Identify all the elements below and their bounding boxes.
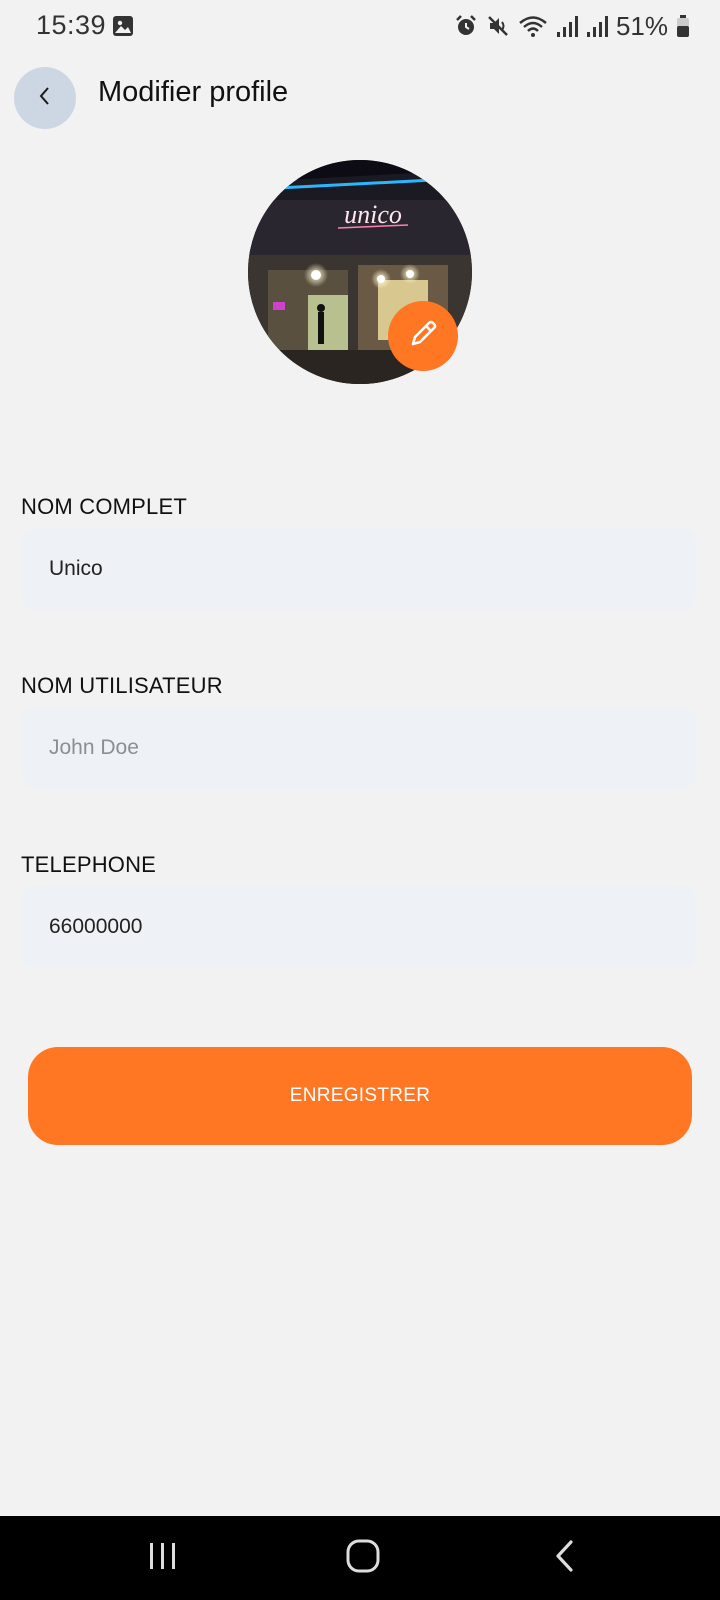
recent-apps-icon xyxy=(147,1540,179,1577)
full-name-label: NOM COMPLET xyxy=(21,494,187,519)
status-time: 15:39 xyxy=(36,10,107,40)
signal-icon xyxy=(556,14,578,38)
alarm-icon xyxy=(454,14,478,38)
battery-icon xyxy=(676,14,690,38)
pencil-icon xyxy=(406,317,440,356)
gallery-icon xyxy=(112,15,134,37)
edit-avatar-button[interactable] xyxy=(388,301,458,371)
wifi-icon xyxy=(518,14,548,38)
full-name-input[interactable]: Unico xyxy=(21,528,697,610)
phone-label: TELEPHONE xyxy=(21,852,157,877)
nav-back-button[interactable] xyxy=(530,1516,600,1600)
home-button[interactable] xyxy=(328,1516,398,1600)
back-icon xyxy=(551,1538,579,1579)
signal-icon xyxy=(586,14,608,38)
chevron-left-icon xyxy=(36,85,54,112)
recent-apps-button[interactable] xyxy=(128,1516,198,1600)
status-bar: 15:39 51% xyxy=(0,0,720,52)
username-input[interactable]: John Doe xyxy=(21,707,697,789)
username-label: NOM UTILISATEUR xyxy=(21,673,223,698)
system-nav-bar xyxy=(0,1516,720,1600)
battery-percent: 51% xyxy=(615,10,668,41)
phone-input[interactable]: 66000000 xyxy=(21,886,697,968)
page-title: Modifier profile xyxy=(98,76,289,108)
status-icons: 51% xyxy=(454,10,690,41)
storefront-sign: unico xyxy=(344,200,402,229)
back-button[interactable] xyxy=(14,67,76,129)
save-button[interactable]: ENREGISTRER xyxy=(28,1047,692,1145)
home-icon xyxy=(345,1538,381,1579)
mute-icon xyxy=(486,14,510,38)
